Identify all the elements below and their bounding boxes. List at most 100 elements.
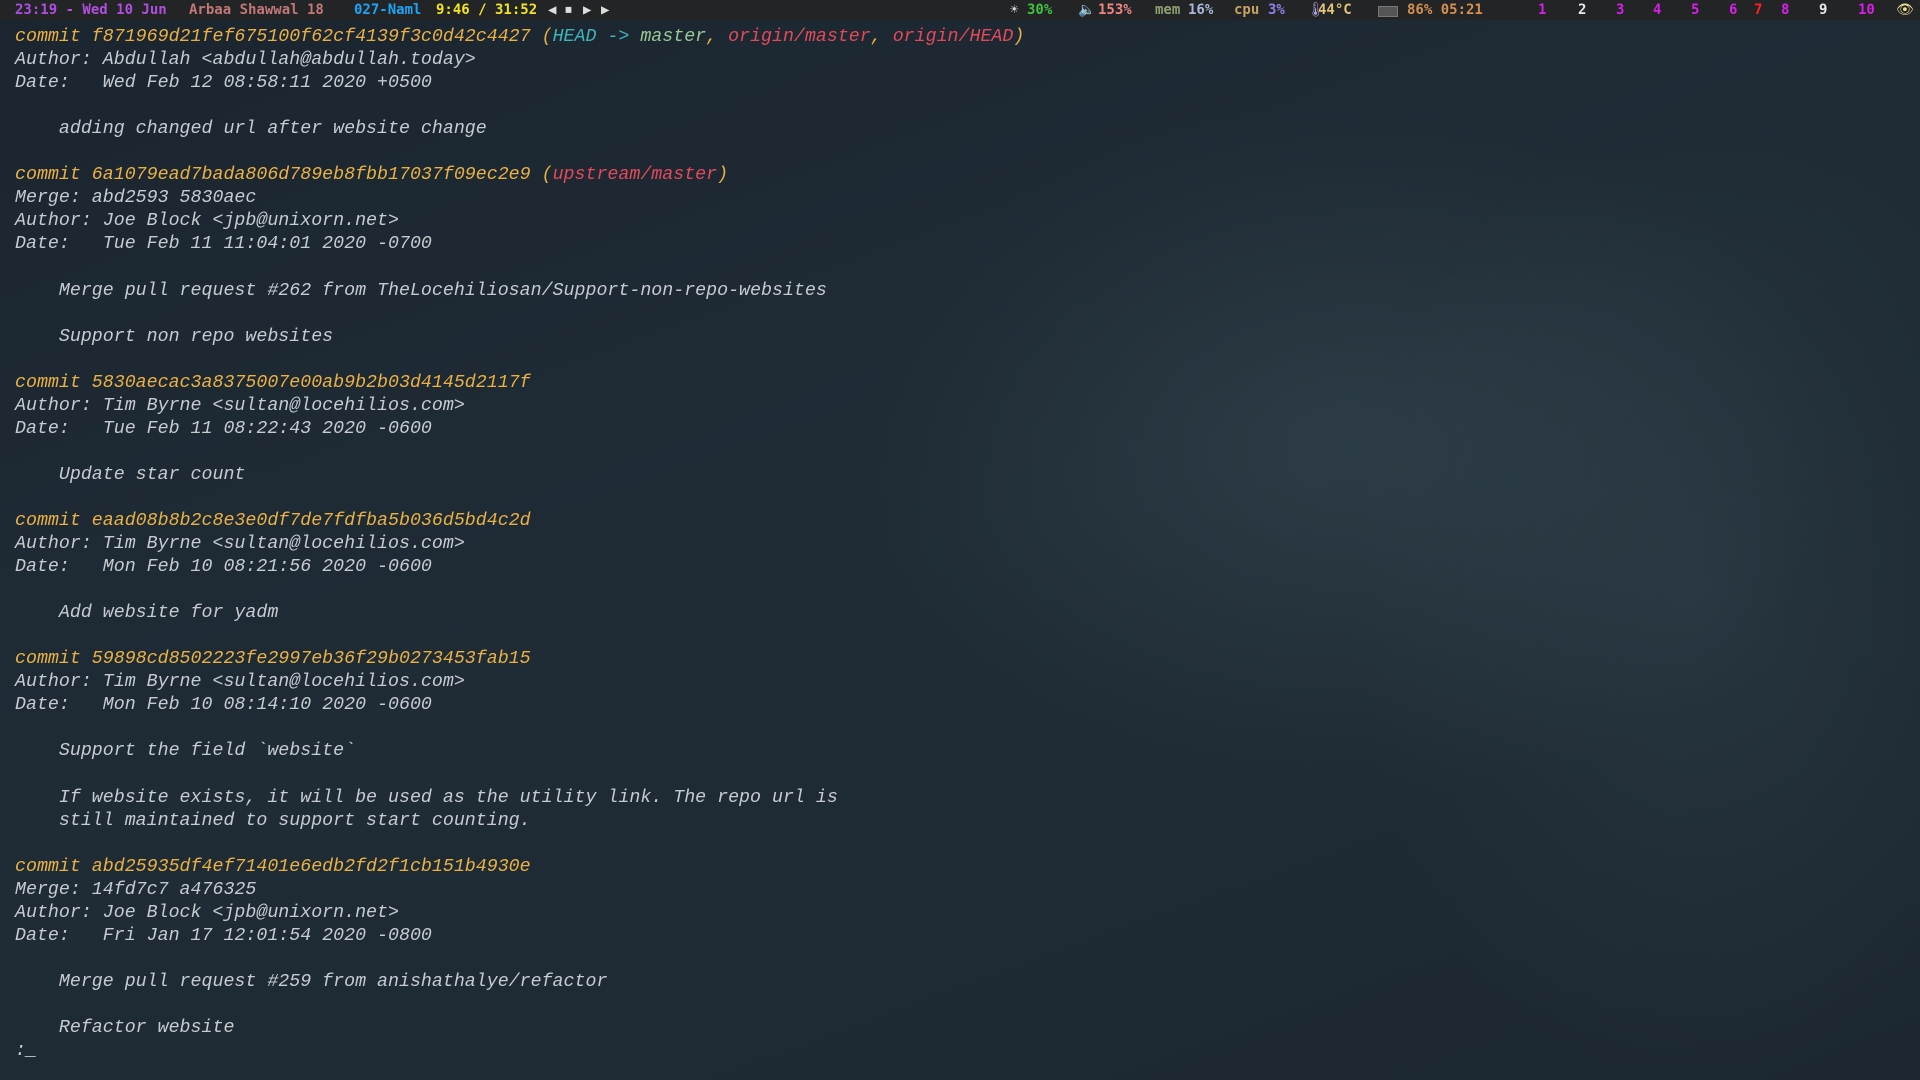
log-text: Date: Wed Feb 12 08:58:11 2020 +0500 — [15, 73, 432, 94]
ref-label: upstream/master — [552, 165, 718, 186]
commit-text: commit 6a1079ead7bada806d789eb8fbb17037f… — [15, 165, 553, 186]
log-text: Merge: abd2593 5830aec — [15, 188, 257, 209]
terminal-line: Merge: abd2593 5830aec — [15, 187, 1024, 210]
media-prev-icon[interactable]: ◀ — [548, 0, 556, 20]
workspace-10[interactable]: 10 — [1858, 0, 1875, 20]
terminal-line: :_ — [15, 1040, 1024, 1063]
commit-text: , — [706, 27, 729, 47]
terminal-line: Refactor website — [15, 1017, 1024, 1040]
log-text: still maintained to support start counti… — [15, 810, 531, 831]
workspace-2[interactable]: 2 — [1578, 0, 1586, 20]
ref-label: origin/HEAD — [892, 27, 1014, 47]
terminal-line: Merge: 14fd7c7 a476325 — [15, 879, 1024, 902]
commit-text: commit eaad08b8b2c8e3e0df7de7fdfba5b036d… — [15, 510, 531, 531]
log-text: Refactor website — [15, 1018, 235, 1039]
log-text: Merge pull request #259 from anishathaly… — [15, 971, 608, 992]
commit-text: ) — [717, 165, 729, 186]
volume-value[interactable]: 153% — [1098, 0, 1132, 20]
terminal-line: Date: Mon Feb 10 08:14:10 2020 -0600 — [15, 694, 1024, 717]
terminal-line: commit 6a1079ead7bada806d789eb8fbb17037f… — [15, 164, 1024, 187]
workspace-9[interactable]: 9 — [1819, 0, 1827, 20]
terminal-line: Author: Joe Block <jpb@unixorn.net> — [15, 210, 1024, 233]
workspace-6[interactable]: 6 — [1729, 0, 1737, 20]
battery-icon — [1378, 6, 1398, 17]
log-text: Date: Tue Feb 11 11:04:01 2020 -0700 — [15, 234, 432, 255]
log-text: If website exists, it will be used as th… — [15, 787, 838, 808]
terminal-line: Merge pull request #262 from TheLocehili… — [15, 280, 1024, 303]
terminal-line: Date: Mon Feb 10 08:21:56 2020 -0600 — [15, 556, 1024, 579]
media-play-icon[interactable]: ▶ — [583, 0, 591, 20]
eye-icon[interactable]: 👁 — [1896, 0, 1914, 20]
terminal-line: Support the field `website` — [15, 740, 1024, 763]
brightness-icon: ☀ — [1010, 2, 1019, 18]
commit-text: commit 59898cd8502223fe2997eb36f29b02734… — [15, 649, 531, 670]
terminal-line: commit 5830aecac3a8375007e00ab9b2b03d414… — [15, 372, 1024, 395]
log-text: Author: Tim Byrne <sultan@locehilios.com… — [15, 672, 465, 693]
mem-value: 16% — [1188, 2, 1214, 18]
ref-label: master — [640, 27, 707, 47]
workspace-1[interactable]: 1 — [1538, 0, 1546, 20]
brightness-value[interactable]: 30% — [1027, 0, 1052, 20]
log-text: adding changed url after website change — [15, 119, 487, 140]
volume-icon: 🔈 — [1078, 2, 1096, 18]
log-text: Merge: 14fd7c7 a476325 — [15, 879, 257, 900]
log-text: Support non repo websites — [15, 326, 334, 347]
log-text: Date: Mon Feb 10 08:21:56 2020 -0600 — [15, 557, 432, 578]
media-track: 027-Naml — [354, 2, 422, 18]
terminal-line: commit f871969d21fef675100f62cf4139f3c0d… — [15, 26, 1024, 49]
commit-text: commit f871969d21fef675100f62cf4139f3c0d… — [15, 27, 553, 47]
battery-value: 86% 05:21 — [1407, 2, 1483, 18]
workspace-5[interactable]: 5 — [1691, 0, 1699, 20]
log-text: Date: Tue Feb 11 08:22:43 2020 -0600 — [15, 418, 432, 439]
log-text: Date: Fri Jan 17 12:01:54 2020 -0800 — [15, 925, 432, 946]
temperature-value: 44°C — [1318, 2, 1352, 18]
terminal-line: adding changed url after website change — [15, 118, 1024, 141]
media-next-icon[interactable]: ▶ — [601, 0, 609, 20]
terminal-line: Author: Tim Byrne <sultan@locehilios.com… — [15, 671, 1024, 694]
media-stop-icon[interactable]: ⏹ — [565, 0, 572, 20]
terminal-line: If website exists, it will be used as th… — [15, 787, 1024, 810]
datetime[interactable]: 23:19 - Wed 10 Jun — [15, 0, 167, 20]
terminal-line: Update star count — [15, 464, 1024, 487]
terminal-line: Author: Tim Byrne <sultan@locehilios.com… — [15, 395, 1024, 418]
commit-text: commit abd25935df4ef71401e6edb2fd2f1cb15… — [15, 856, 531, 877]
workspace-7[interactable]: 7 — [1754, 0, 1762, 20]
log-text: Support the field `website` — [15, 741, 356, 762]
workspace-8[interactable]: 8 — [1781, 0, 1789, 20]
terminal-git-log[interactable]: commit f871969d21fef675100f62cf4139f3c0d… — [15, 26, 1024, 1063]
terminal-line: commit eaad08b8b2c8e3e0df7de7fdfba5b036d… — [15, 510, 1024, 533]
terminal-line: commit abd25935df4ef71401e6edb2fd2f1cb15… — [15, 856, 1024, 879]
terminal-line: Author: Abdullah <abdullah@abdullah.toda… — [15, 49, 1024, 72]
commit-text: commit 5830aecac3a8375007e00ab9b2b03d414… — [15, 372, 531, 393]
terminal-line: still maintained to support start counti… — [15, 810, 1024, 833]
workspace-4[interactable]: 4 — [1653, 0, 1661, 20]
log-text: Author: Abdullah <abdullah@abdullah.toda… — [15, 50, 476, 71]
terminal-line: Date: Wed Feb 12 08:58:11 2020 +0500 — [15, 72, 1024, 95]
commit-text: , — [870, 27, 893, 47]
log-text: Merge pull request #262 from TheLocehili… — [15, 280, 827, 301]
log-text: Add website for yadm — [15, 603, 279, 624]
terminal-line: Merge pull request #259 from anishathaly… — [15, 971, 1024, 994]
ref-label: HEAD -> — [552, 27, 641, 47]
terminal-line: Date: Tue Feb 11 11:04:01 2020 -0700 — [15, 233, 1024, 256]
cpu-label: cpu — [1234, 2, 1260, 18]
commit-text: ) — [1013, 27, 1025, 47]
terminal-line: Date: Fri Jan 17 12:01:54 2020 -0800 — [15, 925, 1024, 948]
log-text: Author: Tim Byrne <sultan@locehilios.com… — [15, 395, 465, 416]
terminal-line: Author: Joe Block <jpb@unixorn.net> — [15, 902, 1024, 925]
log-text: Update star count — [15, 464, 246, 485]
log-text: Author: Joe Block <jpb@unixorn.net> — [15, 211, 399, 232]
hijri-date: Arbaa Shawwal 18 — [189, 2, 324, 18]
workspace-3[interactable]: 3 — [1616, 0, 1624, 20]
media-time: 9:46 / 31:52 — [436, 2, 538, 18]
